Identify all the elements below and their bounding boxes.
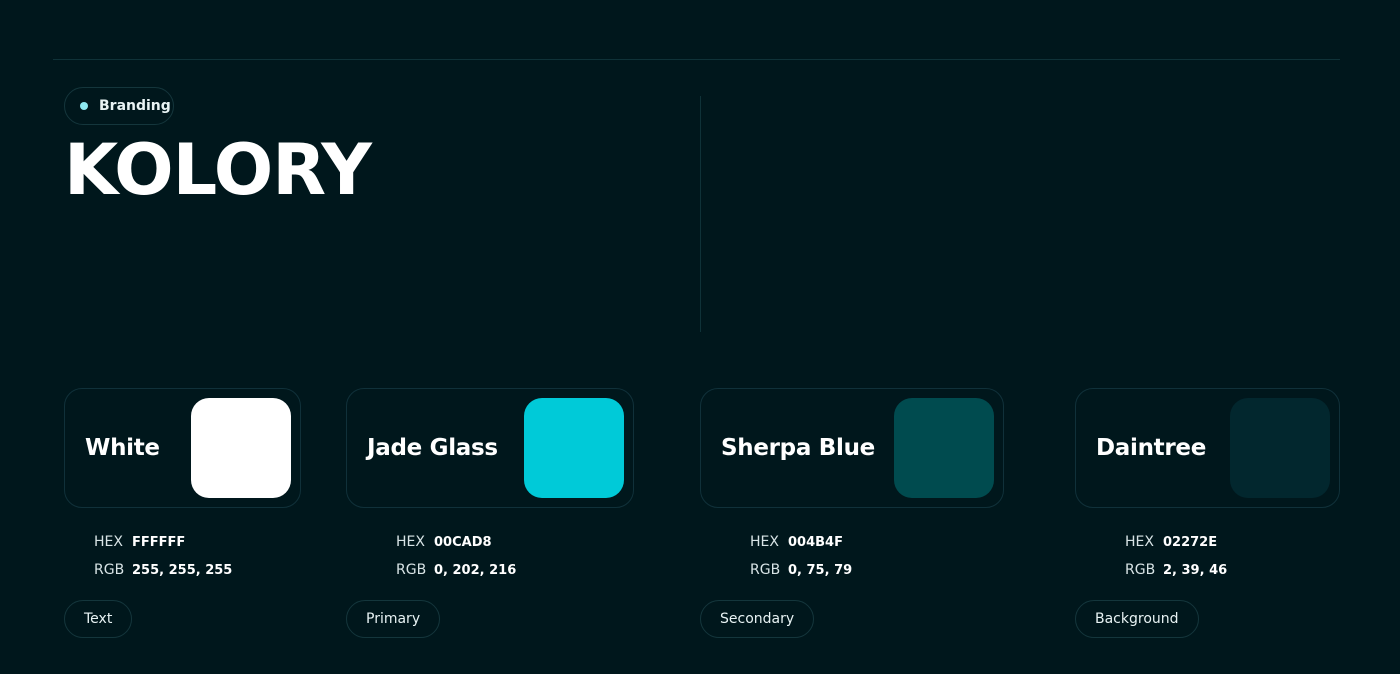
hex-row: HEX 02272E (1125, 528, 1340, 556)
color-name: Jade Glass (367, 435, 498, 461)
rgb-label: RGB (396, 562, 427, 578)
rgb-value: 0, 202, 216 (434, 562, 517, 578)
badge-label: Branding (99, 98, 171, 114)
hex-row: HEX 00CAD8 (396, 528, 634, 556)
color-name: Daintree (1096, 435, 1207, 461)
branding-colors-page: Branding KOLORY White HEX FFFFFF RGB 255… (0, 0, 1400, 674)
color-codes: HEX 004B4F RGB 0, 75, 79 (700, 528, 1004, 584)
role-tag: Background (1075, 600, 1199, 638)
color-chip (894, 398, 994, 498)
rgb-value: 255, 255, 255 (132, 562, 233, 578)
color-card: Sherpa Blue (700, 388, 1004, 508)
dot-icon (80, 102, 88, 110)
hex-row: HEX FFFFFF (94, 528, 301, 556)
rgb-row: RGB 2, 39, 46 (1125, 556, 1340, 584)
page-title: KOLORY (64, 129, 372, 211)
color-chip (191, 398, 291, 498)
color-name: Sherpa Blue (721, 435, 875, 461)
rgb-label: RGB (750, 562, 781, 578)
rgb-row: RGB 0, 75, 79 (750, 556, 1004, 584)
color-codes: HEX 02272E RGB 2, 39, 46 (1075, 528, 1340, 584)
hex-label: HEX (396, 534, 425, 550)
color-card: Jade Glass (346, 388, 634, 508)
hex-value: 00CAD8 (434, 534, 492, 550)
color-codes: HEX 00CAD8 RGB 0, 202, 216 (346, 528, 634, 584)
rgb-value: 2, 39, 46 (1163, 562, 1228, 578)
hex-value: 004B4F (788, 534, 843, 550)
color-chip (1230, 398, 1330, 498)
hex-label: HEX (750, 534, 779, 550)
hex-value: FFFFFF (132, 534, 186, 550)
swatch-sherpa-blue: Sherpa Blue HEX 004B4F RGB 0, 75, 79 Sec… (700, 388, 1004, 638)
role-tag: Text (64, 600, 133, 638)
rgb-value: 0, 75, 79 (788, 562, 853, 578)
hex-value: 02272E (1163, 534, 1218, 550)
role-tag: Primary (346, 600, 441, 638)
color-card: Daintree (1075, 388, 1340, 508)
swatch-jade-glass: Jade Glass HEX 00CAD8 RGB 0, 202, 216 Pr… (346, 388, 634, 638)
swatch-white: White HEX FFFFFF RGB 255, 255, 255 Text (64, 388, 301, 638)
hex-label: HEX (1125, 534, 1154, 550)
hex-row: HEX 004B4F (750, 528, 1004, 556)
swatch-daintree: Daintree HEX 02272E RGB 2, 39, 46 Backgr… (1075, 388, 1340, 638)
color-name: White (85, 435, 160, 461)
rgb-label: RGB (94, 562, 125, 578)
branding-badge: Branding (64, 87, 174, 125)
color-card: White (64, 388, 301, 508)
hex-label: HEX (94, 534, 123, 550)
color-codes: HEX FFFFFF RGB 255, 255, 255 (64, 528, 301, 584)
top-divider (53, 59, 1340, 60)
vertical-divider (700, 96, 701, 332)
rgb-row: RGB 0, 202, 216 (396, 556, 634, 584)
rgb-row: RGB 255, 255, 255 (94, 556, 301, 584)
role-tag: Secondary (700, 600, 815, 638)
color-chip (524, 398, 624, 498)
rgb-label: RGB (1125, 562, 1156, 578)
